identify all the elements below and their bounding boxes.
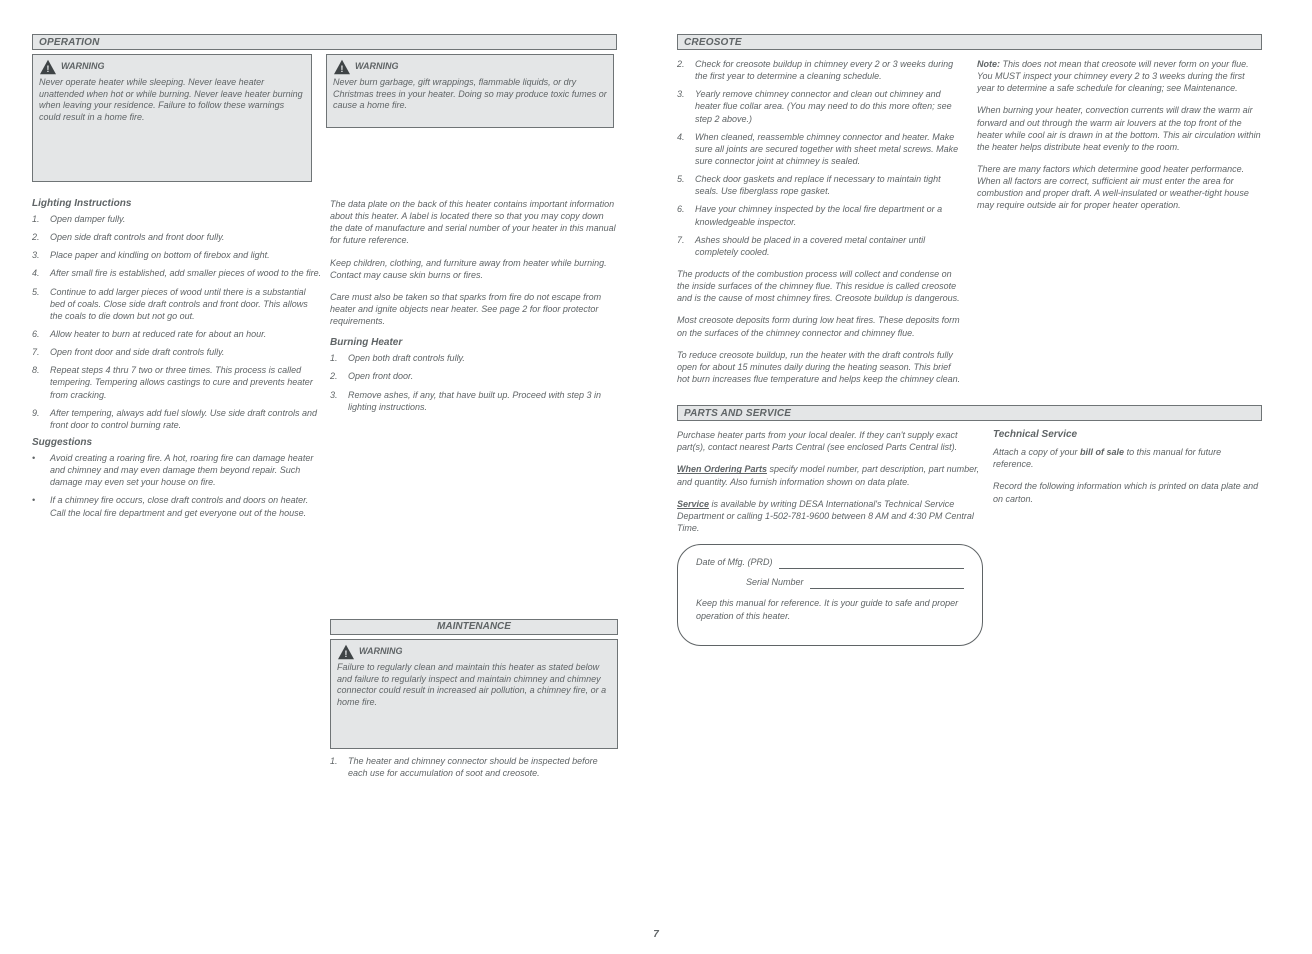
- service-para: Service is available by writing DESA Int…: [677, 498, 983, 534]
- reg-keep-text: Keep this manual for reference. It is yo…: [696, 597, 964, 622]
- maintenance-section-bar: MAINTENANCE: [330, 619, 618, 635]
- maint-step: When cleaned, reassemble chimney connect…: [695, 131, 963, 167]
- service-col1: Purchase heater parts from your local de…: [677, 429, 983, 646]
- tech-p1b: bill of sale: [1080, 447, 1124, 457]
- burning-heading: Burning Heater: [330, 337, 618, 348]
- suggestion-bullet: Avoid creating a roaring fire. A hot, ro…: [50, 452, 322, 488]
- lighting-step: Place paper and kindling on bottom of fi…: [50, 249, 322, 261]
- suggestions-heading: Suggestions: [32, 437, 322, 448]
- creosote-para: To reduce creosote buildup, run the heat…: [677, 349, 963, 385]
- operation-para: The data plate on the back of this heate…: [330, 198, 618, 247]
- warning-title-2: WARNING: [355, 61, 399, 73]
- warning-title-maint: WARNING: [359, 646, 403, 658]
- maint-step: Check for creosote buildup in chimney ev…: [695, 58, 963, 82]
- lighting-step: After tempering, always add fuel slowly.…: [50, 407, 322, 431]
- burning-step: Open both draft controls fully.: [348, 352, 618, 364]
- reg-serial-line: [810, 575, 964, 589]
- registration-box: Date of Mfg. (PRD) Serial Number Keep th…: [677, 544, 983, 646]
- reg-mfg-label: Date of Mfg. (PRD): [696, 556, 773, 569]
- lighting-step: After small fire is established, add sma…: [50, 267, 322, 279]
- warning-icon: !: [333, 59, 351, 75]
- creosote-para: When burning your heater, convection cur…: [977, 104, 1263, 153]
- ordering-underline: When Ordering Parts: [677, 464, 767, 474]
- lighting-step: Repeat steps 4 thru 7 two or three times…: [50, 364, 322, 400]
- creosote-para: There are many factors which determine g…: [977, 163, 1263, 212]
- burning-column: The data plate on the back of this heate…: [330, 198, 618, 785]
- lighting-step: Continue to add larger pieces of wood un…: [50, 286, 322, 322]
- lighting-step: Open side draft controls and front door …: [50, 231, 322, 243]
- service-body: is available by writing DESA Internation…: [677, 499, 974, 533]
- service-underline: Service: [677, 499, 709, 509]
- warning-icon: !: [337, 644, 355, 660]
- operation-para: Keep children, clothing, and furniture a…: [330, 257, 618, 281]
- tech-para: Attach a copy of your bill of sale to th…: [993, 446, 1263, 470]
- svg-text:!: !: [344, 649, 347, 660]
- creosote-para: The products of the combustion process w…: [677, 268, 963, 304]
- parts-service-section-bar: PARTS AND SERVICE: [677, 405, 1262, 421]
- warning-body-maint: Failure to regularly clean and maintain …: [337, 662, 611, 709]
- parts-service-title: PARTS AND SERVICE: [684, 408, 791, 419]
- note-body: This does not mean that creosote will ne…: [977, 59, 1249, 93]
- note-label: Note:: [977, 59, 1000, 69]
- warning-title-1: WARNING: [61, 61, 105, 73]
- reg-mfg-line: [779, 555, 964, 569]
- maint-step: Have your chimney inspected by the local…: [695, 203, 963, 227]
- creosote-section-bar: CREOSOTE: [677, 34, 1262, 50]
- lighting-step: Allow heater to burn at reduced rate for…: [50, 328, 322, 340]
- operation-section-bar: OPERATION: [32, 34, 617, 50]
- burning-step: Remove ashes, if any, that have built up…: [348, 389, 618, 413]
- warning-box-sleep: ! WARNING Never operate heater while sle…: [32, 54, 312, 182]
- operation-para: Care must also be taken so that sparks f…: [330, 291, 618, 327]
- lighting-step: Open damper fully.: [50, 213, 322, 225]
- right-column: CREOSOTE 2.Check for creosote buildup in…: [677, 34, 1262, 785]
- service-para: When Ordering Parts specify model number…: [677, 463, 983, 487]
- left-column: OPERATION ! WARNING Never operate heater…: [32, 34, 617, 785]
- maint-step: Check door gaskets and replace if necess…: [695, 173, 963, 197]
- svg-text:!: !: [340, 64, 343, 75]
- warning-body-2: Never burn garbage, gift wrappings, flam…: [333, 77, 607, 112]
- maint-step: Yearly remove chimney connector and clea…: [695, 88, 963, 124]
- creosote-para: Most creosote deposits form during low h…: [677, 314, 963, 338]
- warning-box-garbage: ! WARNING Never burn garbage, gift wrapp…: [326, 54, 614, 128]
- tech-para: Record the following information which i…: [993, 480, 1263, 504]
- tech-service-title: Technical Service: [993, 429, 1263, 440]
- page-number: 7: [653, 929, 659, 940]
- warning-icon: !: [39, 59, 57, 75]
- creosote-col1: 2.Check for creosote buildup in chimney …: [677, 58, 963, 395]
- warning-box-maint: ! WARNING Failure to regularly clean and…: [330, 639, 618, 749]
- maint-step: The heater and chimney connector should …: [348, 755, 618, 779]
- creosote-col2: Note: This does not mean that creosote w…: [977, 58, 1263, 395]
- svg-text:!: !: [46, 64, 49, 75]
- maintenance-title: MAINTENANCE: [437, 621, 511, 632]
- service-col2: Technical Service Attach a copy of your …: [993, 429, 1263, 646]
- reg-serial-label: Serial Number: [746, 576, 804, 589]
- tech-p1a: Attach a copy of your: [993, 447, 1080, 457]
- warning-body-1: Never operate heater while sleeping. Nev…: [39, 77, 305, 124]
- operation-title: OPERATION: [39, 37, 100, 48]
- creosote-note: Note: This does not mean that creosote w…: [977, 58, 1263, 94]
- lighting-step: Open front door and side draft controls …: [50, 346, 322, 358]
- service-para: Purchase heater parts from your local de…: [677, 429, 983, 453]
- lighting-heading: Lighting Instructions: [32, 198, 322, 209]
- suggestion-bullet: If a chimney fire occurs, close draft co…: [50, 494, 322, 518]
- creosote-title: CREOSOTE: [684, 37, 742, 48]
- burning-step: Open front door.: [348, 370, 618, 382]
- maint-step: Ashes should be placed in a covered meta…: [695, 234, 963, 258]
- lighting-column: Lighting Instructions 1.Open damper full…: [32, 192, 322, 785]
